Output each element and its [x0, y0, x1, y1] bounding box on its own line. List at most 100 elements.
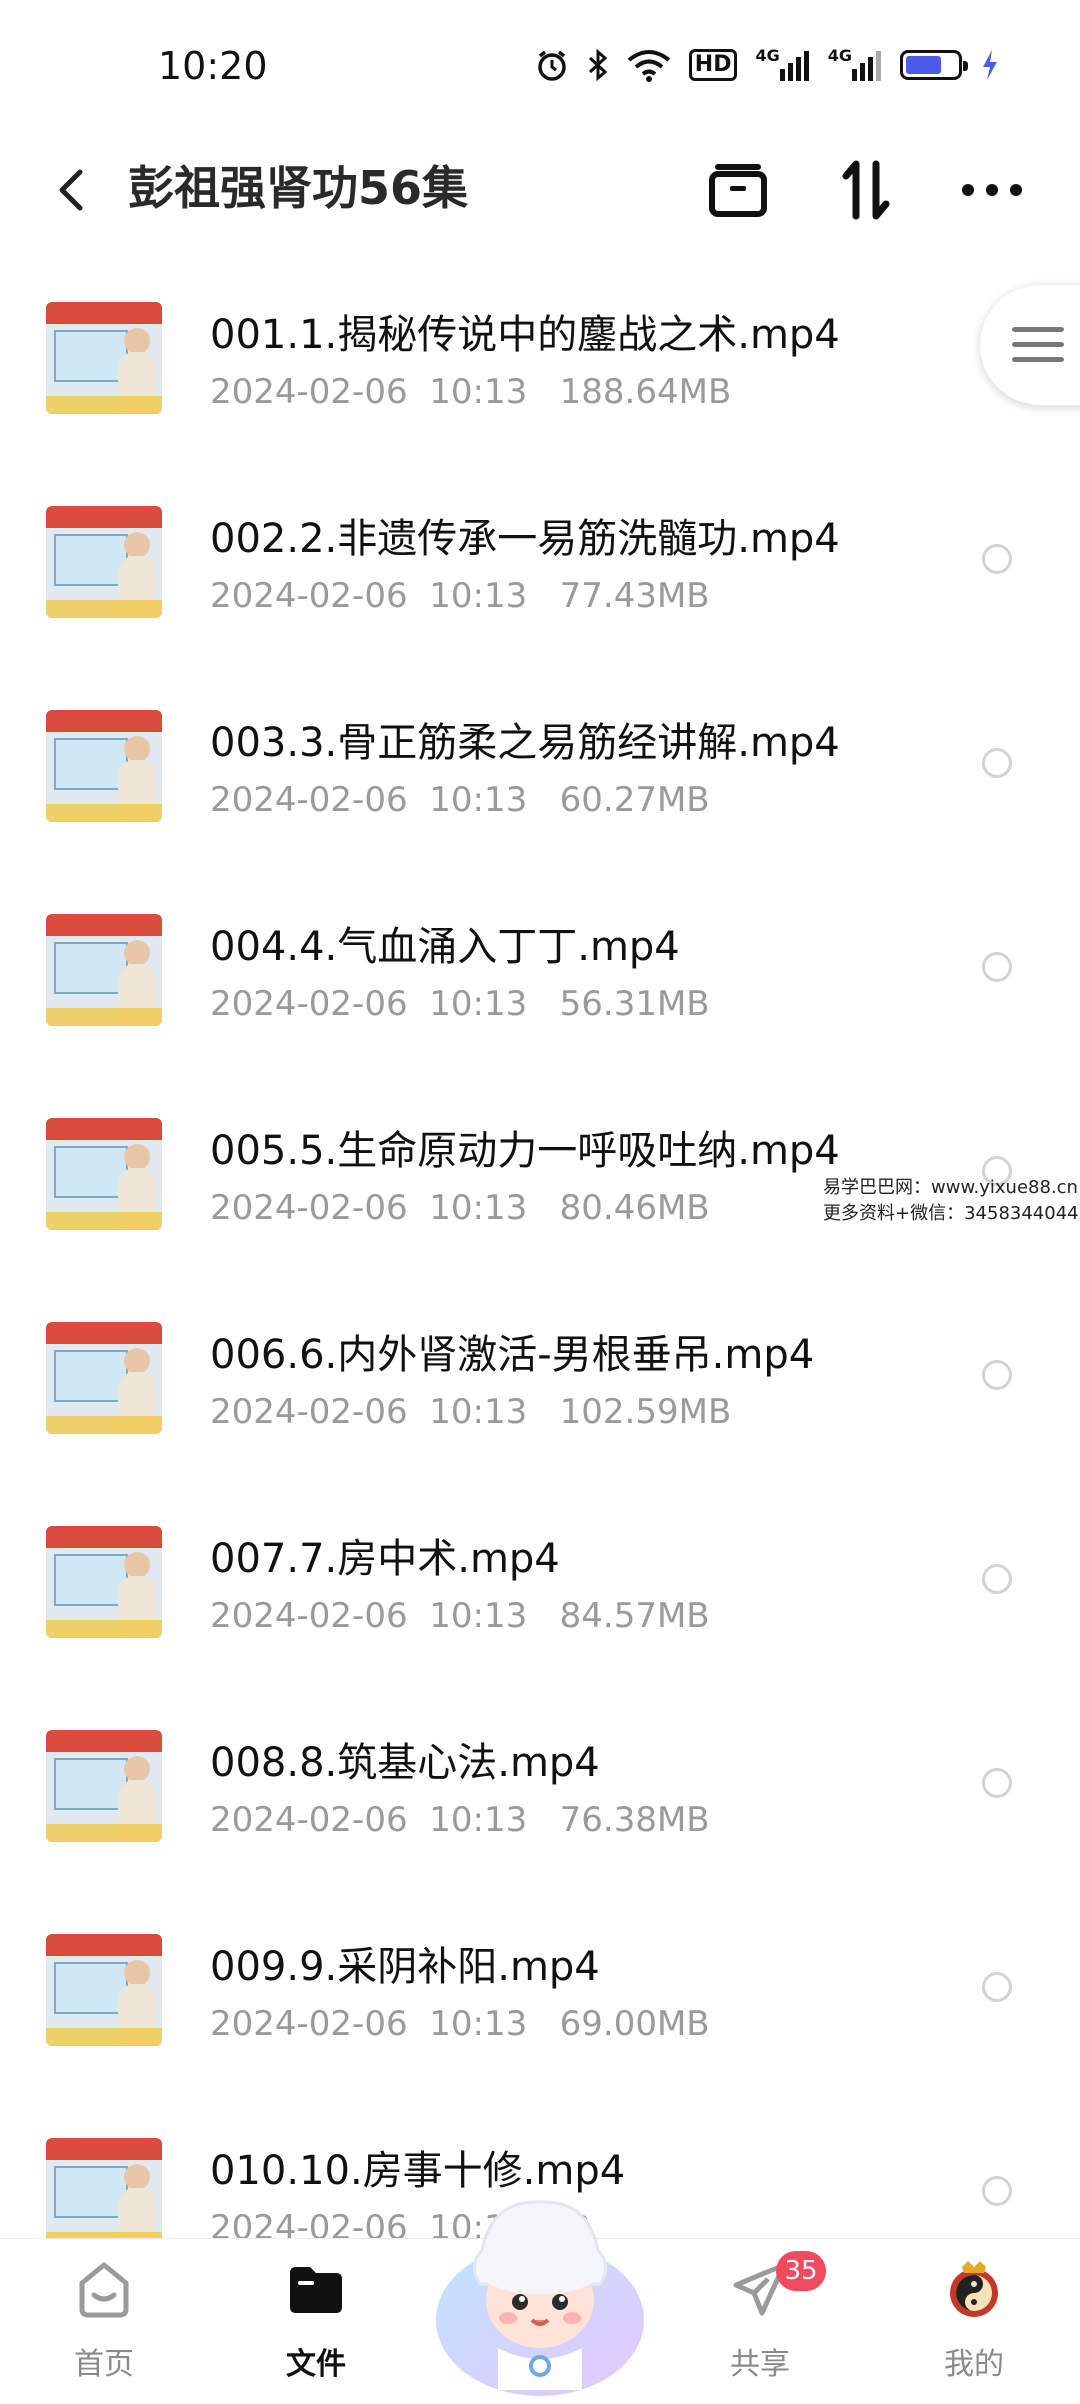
menu-icon — [1012, 327, 1064, 362]
file-name: 002.2.非遗传承一易筋洗髓功.mp4 — [210, 516, 840, 562]
file-meta: 2024-02-06 10:13 60.27MB — [210, 780, 710, 820]
select-checkbox[interactable] — [982, 1972, 1012, 2002]
file-size: 69.00MB — [559, 2004, 710, 2044]
list-item[interactable]: 006.6.内外肾激活-男根垂吊.mp4 2024-02-06 10:13 10… — [0, 1270, 1080, 1474]
file-name: 005.5.生命原动力一呼吸吐纳.mp4 — [210, 1128, 840, 1174]
file-size: 56.31MB — [559, 984, 710, 1024]
video-thumbnail — [46, 914, 162, 1026]
file-time: 10:13 — [429, 2004, 528, 2044]
file-size: 80.46MB — [559, 1188, 710, 1228]
file-size: 102.59MB — [559, 1392, 732, 1432]
file-size: 188.64MB — [559, 372, 732, 412]
archive-icon — [709, 164, 767, 217]
mascot-button[interactable] — [432, 2180, 648, 2400]
file-meta: 2024-02-06 10:13 77.43MB — [210, 576, 710, 616]
nav-label: 共享 — [730, 2347, 790, 2382]
list-item[interactable]: 005.5.生命原动力一呼吸吐纳.mp4 2024-02-06 10:13 80… — [0, 1066, 1080, 1270]
file-meta: 2024-02-06 10:13 80.46MB — [210, 1188, 710, 1228]
file-name: 008.8.筑基心法.mp4 — [210, 1740, 600, 1786]
list-item[interactable]: 009.9.采阴补阳.mp4 2024-02-06 10:13 69.00MB — [0, 1882, 1080, 2086]
video-thumbnail — [46, 1118, 162, 1230]
status-bar: 10:20 HD 4G 4G — [0, 0, 1080, 130]
battery-icon — [900, 46, 968, 84]
more-icon — [962, 184, 1022, 196]
list-item[interactable]: 004.4.气血涌入丁丁.mp4 2024-02-06 10:13 56.31M… — [0, 862, 1080, 1066]
file-date: 2024-02-06 — [210, 1596, 408, 1636]
file-size: 60.27MB — [559, 780, 710, 820]
page-title: 彭祖强肾功56集 — [128, 161, 469, 215]
signal-4g-icon: 4G — [828, 46, 882, 84]
watermark-line1: 易学巴巴网：www.yixue88.cn — [823, 1177, 1078, 1198]
file-name: 001.1.揭秘传说中的鏖战之术.mp4 — [210, 312, 840, 358]
file-time: 10:13 — [429, 372, 528, 412]
bluetooth-icon — [587, 46, 609, 84]
file-meta: 2024-02-06 10:13 84.57MB — [210, 1596, 710, 1636]
select-checkbox[interactable] — [982, 2176, 1012, 2206]
nav-share[interactable]: 35 共享 — [680, 2251, 840, 2387]
video-thumbnail — [46, 302, 162, 414]
nav-label: 我的 — [944, 2347, 1004, 2382]
file-time: 10:13 — [429, 1392, 528, 1432]
floating-menu-button[interactable] — [980, 285, 1080, 405]
select-checkbox[interactable] — [982, 1360, 1012, 1390]
status-time: 10:20 — [158, 44, 268, 88]
nav-home[interactable]: 首页 — [24, 2257, 184, 2387]
file-name: 003.3.骨正筋柔之易筋经讲解.mp4 — [210, 720, 840, 766]
more-button[interactable] — [952, 150, 1032, 230]
file-meta: 2024-02-06 10:13 76.38MB — [210, 1800, 710, 1840]
list-item[interactable]: 007.7.房中术.mp4 2024-02-06 10:13 84.57MB — [0, 1474, 1080, 1678]
video-thumbnail — [46, 1934, 162, 2046]
file-name: 009.9.采阴补阳.mp4 — [210, 1944, 600, 1990]
file-meta: 2024-02-06 10:13 102.59MB — [210, 1392, 731, 1432]
file-size: 77.43MB — [559, 576, 710, 616]
select-checkbox[interactable] — [982, 544, 1012, 574]
file-name: 007.7.房中术.mp4 — [210, 1536, 560, 1582]
file-time: 10:13 — [429, 780, 528, 820]
file-date: 2024-02-06 — [210, 1188, 408, 1228]
watermark-line2: 更多资料+微信：3458344044 — [823, 1203, 1079, 1224]
select-checkbox[interactable] — [982, 748, 1012, 778]
file-date: 2024-02-06 — [210, 780, 408, 820]
file-date: 2024-02-06 — [210, 984, 408, 1024]
sort-button[interactable] — [826, 150, 906, 230]
archive-button[interactable] — [698, 150, 778, 230]
file-date: 2024-02-06 — [210, 2004, 408, 2044]
nav-label: 文件 — [286, 2347, 346, 2382]
file-date: 2024-02-06 — [210, 576, 408, 616]
video-thumbnail — [46, 506, 162, 618]
file-meta: 2024-02-06 10:13 188.64MB — [210, 372, 731, 412]
video-thumbnail — [46, 710, 162, 822]
file-size: 84.57MB — [559, 1596, 710, 1636]
back-button[interactable] — [44, 150, 104, 230]
wifi-icon — [627, 46, 671, 84]
video-thumbnail — [46, 1730, 162, 1842]
top-bar: 彭祖强肾功56集 — [0, 130, 1080, 250]
list-item[interactable]: 002.2.非遗传承一易筋洗髓功.mp4 2024-02-06 10:13 77… — [0, 454, 1080, 658]
file-time: 10:13 — [429, 1800, 528, 1840]
video-thumbnail — [46, 2138, 162, 2250]
select-checkbox[interactable] — [982, 952, 1012, 982]
avatar-icon — [950, 2261, 998, 2317]
home-icon — [79, 2262, 129, 2318]
file-date: 2024-02-06 — [210, 372, 408, 412]
nav-profile[interactable]: 我的 — [894, 2257, 1054, 2387]
file-name: 006.6.内外肾激活-男根垂吊.mp4 — [210, 1332, 815, 1378]
file-meta: 2024-02-06 10:13 56.31MB — [210, 984, 710, 1024]
charging-icon — [980, 46, 1000, 84]
sort-icon — [842, 160, 890, 220]
file-size: 76.38MB — [559, 1800, 710, 1840]
chevron-left-icon — [59, 169, 83, 211]
mascot-icon — [436, 2200, 644, 2396]
folder-icon — [290, 2267, 342, 2313]
list-item[interactable]: 001.1.揭秘传说中的鏖战之术.mp4 2024-02-06 10:13 18… — [0, 250, 1080, 454]
file-name: 004.4.气血涌入丁丁.mp4 — [210, 924, 680, 970]
select-checkbox[interactable] — [982, 1768, 1012, 1798]
nav-label: 首页 — [74, 2347, 134, 2382]
nav-files[interactable]: 文件 — [236, 2257, 396, 2387]
status-icons: HD 4G 4G — [535, 46, 1000, 84]
list-item[interactable]: 003.3.骨正筋柔之易筋经讲解.mp4 2024-02-06 10:13 60… — [0, 658, 1080, 862]
select-checkbox[interactable] — [982, 1564, 1012, 1594]
file-date: 2024-02-06 — [210, 1800, 408, 1840]
file-date: 2024-02-06 — [210, 1392, 408, 1432]
list-item[interactable]: 008.8.筑基心法.mp4 2024-02-06 10:13 76.38MB — [0, 1678, 1080, 1882]
